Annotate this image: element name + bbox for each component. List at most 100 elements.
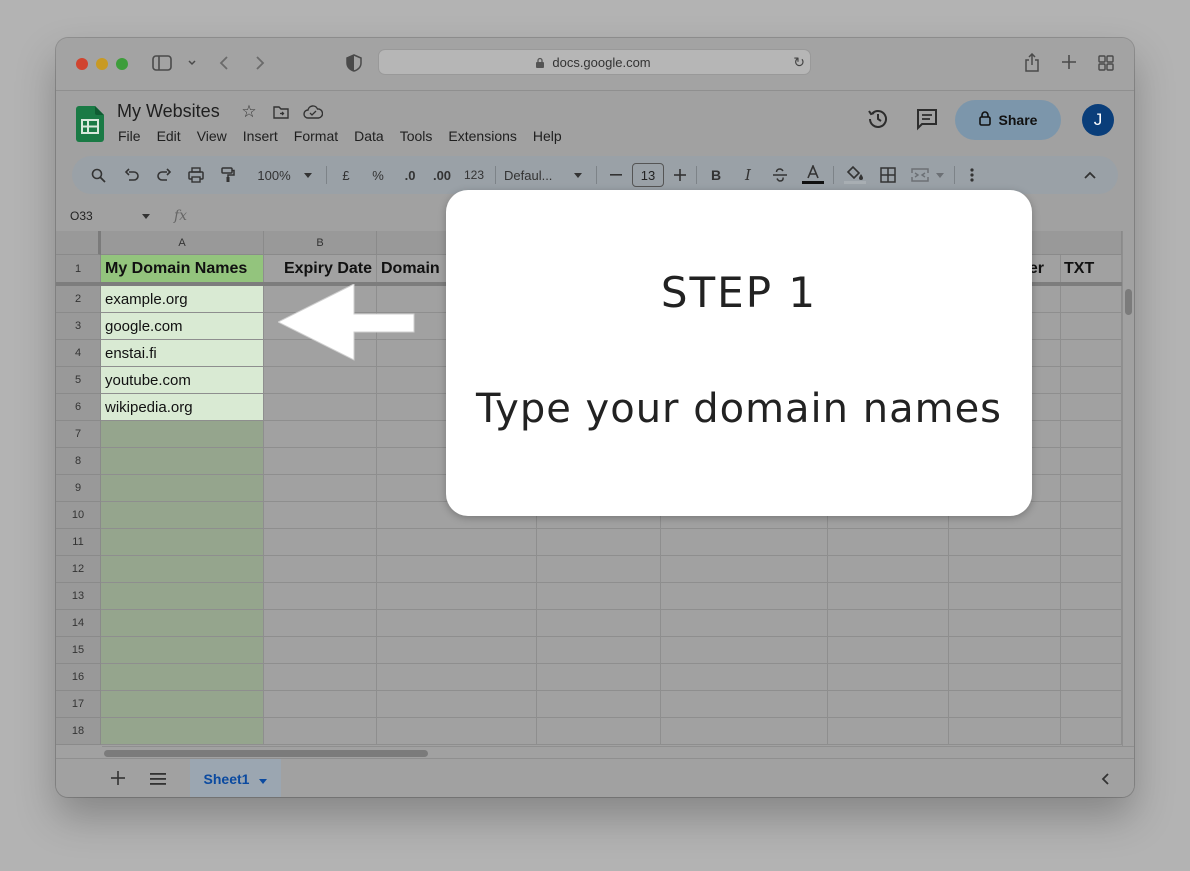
merge-cells-icon[interactable] — [910, 156, 930, 194]
menu-file[interactable]: File — [118, 128, 141, 144]
decrease-decimal-button[interactable]: .0 — [398, 156, 422, 194]
empty-cell[interactable] — [1061, 718, 1122, 745]
empty-cell[interactable] — [377, 583, 537, 610]
menu-insert[interactable]: Insert — [243, 128, 278, 144]
empty-cell[interactable] — [828, 637, 949, 664]
add-sheet-icon[interactable] — [111, 771, 125, 790]
empty-cell[interactable] — [828, 664, 949, 691]
empty-cell[interactable] — [1061, 394, 1122, 421]
empty-cell[interactable] — [661, 529, 828, 556]
row-header-12[interactable]: 12 — [56, 556, 101, 583]
address-bar[interactable]: docs.google.com ↻ — [378, 49, 811, 75]
header-cell-txt[interactable]: TXT — [1061, 255, 1122, 283]
domain-cell[interactable]: enstai.fi — [101, 340, 264, 367]
empty-cell[interactable] — [1061, 583, 1122, 610]
empty-domain-cell[interactable] — [101, 475, 264, 502]
domain-cell[interactable]: youtube.com — [101, 367, 264, 394]
italic-icon[interactable]: I — [738, 156, 758, 194]
empty-cell[interactable] — [949, 718, 1061, 745]
empty-cell[interactable] — [828, 610, 949, 637]
name-box-caret-icon[interactable] — [142, 214, 150, 219]
more-formats-button[interactable]: 123 — [460, 156, 488, 194]
empty-cell[interactable] — [828, 691, 949, 718]
sheets-logo-icon[interactable] — [76, 106, 104, 142]
row-header-11[interactable]: 11 — [56, 529, 101, 556]
empty-domain-cell[interactable] — [101, 502, 264, 529]
undo-icon[interactable] — [122, 156, 142, 194]
increase-decimal-button[interactable]: .00 — [428, 156, 456, 194]
empty-cell[interactable] — [949, 637, 1061, 664]
empty-cell[interactable] — [377, 664, 537, 691]
empty-cell[interactable] — [264, 367, 377, 394]
empty-cell[interactable] — [264, 664, 377, 691]
menu-format[interactable]: Format — [294, 128, 338, 144]
row-header-16[interactable]: 16 — [56, 664, 101, 691]
empty-domain-cell[interactable] — [101, 637, 264, 664]
empty-cell[interactable] — [264, 394, 377, 421]
empty-domain-cell[interactable] — [101, 556, 264, 583]
bold-icon[interactable]: B — [706, 156, 726, 194]
empty-cell[interactable] — [828, 529, 949, 556]
empty-cell[interactable] — [949, 583, 1061, 610]
font-size-input[interactable]: 13 — [632, 163, 664, 187]
collapse-toolbar-icon[interactable] — [1080, 156, 1100, 194]
tab-sheet1[interactable]: Sheet1 — [190, 759, 281, 797]
empty-cell[interactable] — [537, 664, 661, 691]
privacy-shield-icon[interactable] — [346, 54, 362, 76]
column-header-h[interactable] — [1061, 231, 1122, 255]
all-sheets-icon[interactable] — [150, 772, 166, 790]
back-icon[interactable] — [218, 55, 230, 75]
vertical-scroll-thumb[interactable] — [1125, 289, 1132, 315]
empty-cell[interactable] — [828, 718, 949, 745]
chevron-down-icon[interactable] — [187, 56, 197, 72]
forward-icon[interactable] — [254, 55, 266, 75]
percent-format-button[interactable]: % — [368, 156, 388, 194]
empty-cell[interactable] — [377, 637, 537, 664]
comments-icon[interactable] — [915, 107, 939, 136]
empty-cell[interactable] — [1061, 556, 1122, 583]
header-cell-domain-names[interactable]: My Domain Names — [101, 255, 264, 283]
empty-domain-cell[interactable] — [101, 610, 264, 637]
menu-view[interactable]: View — [197, 128, 227, 144]
currency-format-button[interactable]: £ — [336, 156, 356, 194]
menu-data[interactable]: Data — [354, 128, 384, 144]
empty-cell[interactable] — [949, 556, 1061, 583]
empty-cell[interactable] — [537, 556, 661, 583]
empty-cell[interactable] — [537, 691, 661, 718]
empty-cell[interactable] — [1061, 664, 1122, 691]
empty-cell[interactable] — [661, 583, 828, 610]
share-button[interactable]: Share — [955, 100, 1061, 140]
empty-cell[interactable] — [264, 421, 377, 448]
empty-cell[interactable] — [828, 583, 949, 610]
empty-cell[interactable] — [1061, 502, 1122, 529]
empty-cell[interactable] — [377, 556, 537, 583]
empty-cell[interactable] — [1061, 286, 1122, 313]
select-all-corner[interactable] — [56, 231, 101, 255]
empty-cell[interactable] — [264, 610, 377, 637]
domain-cell[interactable]: wikipedia.org — [101, 394, 264, 421]
empty-cell[interactable] — [661, 637, 828, 664]
empty-cell[interactable] — [661, 556, 828, 583]
row-header-18[interactable]: 18 — [56, 718, 101, 745]
empty-cell[interactable] — [377, 610, 537, 637]
empty-cell[interactable] — [1061, 313, 1122, 340]
header-cell-expiry-date[interactable]: Expiry Date — [264, 255, 377, 283]
font-select[interactable]: Defaul... — [504, 156, 564, 194]
empty-cell[interactable] — [264, 475, 377, 502]
move-folder-icon[interactable] — [271, 102, 291, 122]
empty-domain-cell[interactable] — [101, 718, 264, 745]
empty-cell[interactable] — [949, 529, 1061, 556]
empty-cell[interactable] — [661, 718, 828, 745]
domain-cell[interactable]: google.com — [101, 313, 264, 340]
row-header-17[interactable]: 17 — [56, 691, 101, 718]
empty-cell[interactable] — [537, 529, 661, 556]
zoom-window-button[interactable] — [116, 58, 128, 70]
empty-cell[interactable] — [1061, 529, 1122, 556]
empty-cell[interactable] — [537, 610, 661, 637]
row-header-15[interactable]: 15 — [56, 637, 101, 664]
row-header-6[interactable]: 6 — [56, 394, 101, 421]
empty-cell[interactable] — [949, 610, 1061, 637]
empty-cell[interactable] — [377, 718, 537, 745]
empty-cell[interactable] — [661, 664, 828, 691]
reload-icon[interactable]: ↻ — [793, 54, 805, 71]
